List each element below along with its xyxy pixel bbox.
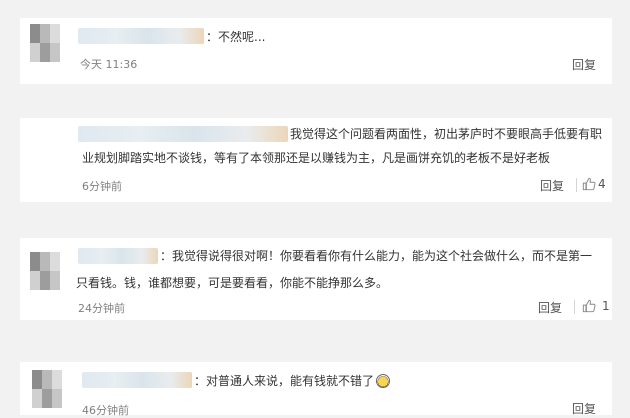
comment-text-content: ：对普通人来说，能有钱就不错了 (194, 374, 375, 388)
comment-card: 我觉得这个问题看两面性，初出茅庐时不要眼高手低要有职 业规划脚踏实地不谈钱，等有… (20, 118, 612, 202)
thumbs-up-icon[interactable] (582, 177, 596, 191)
comment-card: ：对普通人来说，能有钱就不错了 46分钟前 回复 (20, 362, 612, 417)
comment-text: ：对普通人来说，能有钱就不错了 (194, 373, 391, 389)
comment-card: ：不然呢... 今天 11:36 回复 (20, 18, 612, 84)
avatar[interactable] (30, 24, 60, 62)
comment-time: 46分钟前 (82, 404, 129, 417)
username-blurred[interactable] (78, 248, 158, 264)
comment-card: ：我觉得说得很对啊！你要看看你有什么能力，能为这个社会做什么，而不是第一 只看钱… (20, 238, 612, 320)
comment-text-line1: ：我觉得说得很对啊！你要看看你有什么能力，能为这个社会做什么，而不是第一 (160, 249, 593, 263)
comment-time: 6分钟前 (82, 180, 122, 193)
avatar[interactable] (32, 370, 62, 408)
reply-button[interactable]: 回复 (538, 299, 562, 316)
comment-text: ：不然呢... (206, 30, 266, 44)
username-blurred[interactable] (82, 372, 192, 388)
avatar[interactable] (30, 252, 60, 290)
separator (574, 300, 575, 314)
thumbs-up-icon[interactable] (582, 299, 596, 313)
like-count: 1 (602, 299, 610, 313)
comment-text-line2: 只看钱。钱，谁都想要，可是要看看，你能不能挣那么多。 (76, 276, 389, 290)
comment-time: 今天 11:36 (80, 58, 138, 71)
reply-button[interactable]: 回复 (572, 400, 596, 417)
username-blurred[interactable] (78, 126, 288, 142)
comment-time: 24分钟前 (78, 302, 125, 315)
reply-button[interactable]: 回复 (540, 177, 564, 194)
username-blurred[interactable] (78, 28, 204, 44)
like-count: 4 (598, 177, 606, 191)
comment-text-line1: 我觉得这个问题看两面性，初出茅庐时不要眼高手低要有职 (290, 127, 603, 141)
separator (576, 178, 577, 192)
comment-text-line2: 业规划脚踏实地不谈钱，等有了本领那还是以赚钱为主，凡是画饼充饥的老板不是好老板 (82, 151, 551, 165)
reply-button[interactable]: 回复 (572, 56, 596, 73)
smiley-emoji-icon (376, 374, 391, 388)
